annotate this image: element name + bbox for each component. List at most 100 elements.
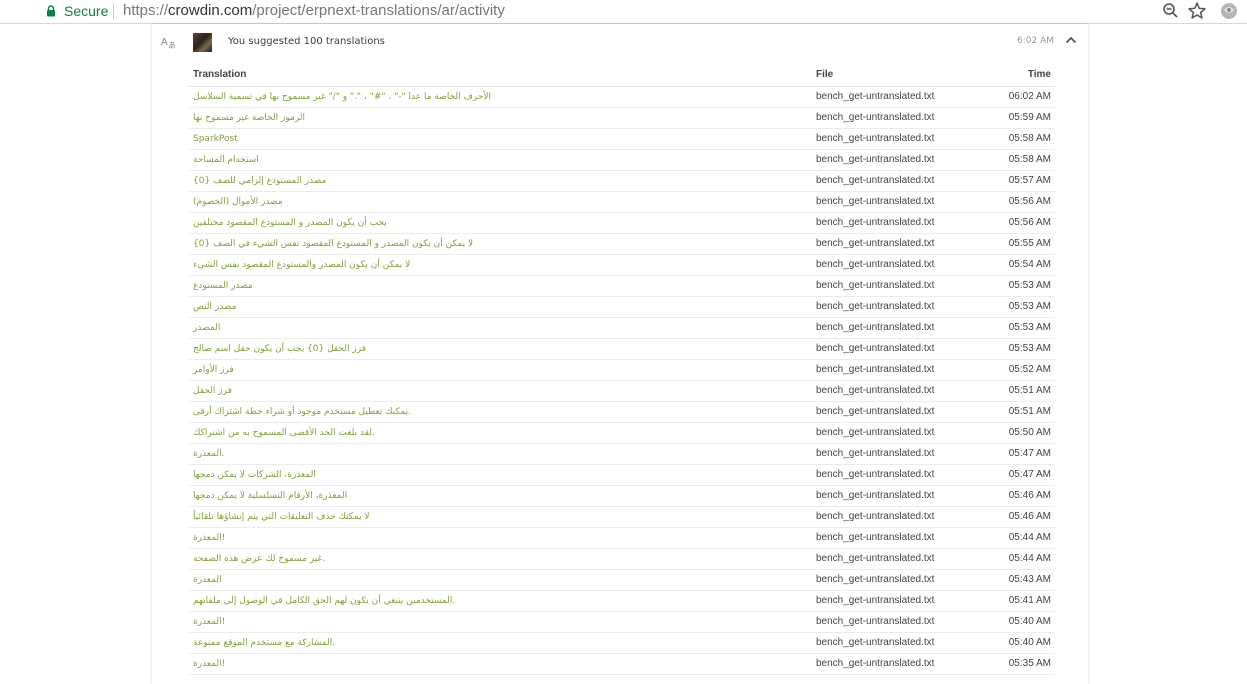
translation-link[interactable]: فرز الحقل [189,380,812,402]
file-name: bench_get-untranslated.txt [812,338,962,360]
zoom-out-icon[interactable] [1162,2,1180,20]
row-time: 05:52 AM [962,359,1055,381]
table-row: المعذرة. bench_get-untranslated.txt 05:47 … [189,443,1055,465]
row-time: 05:53 AM [962,296,1055,318]
translation-link[interactable]: المعذرة! [189,527,812,549]
translation-link[interactable]: المعذرة، الأرقام التسلسلية لا يمكن دمجها [189,485,812,507]
table-row: SparkPost bench_get-untranslated.txt 05:58… [189,128,1055,150]
file-name: bench_get-untranslated.txt [812,191,962,213]
row-time: 05:53 AM [962,275,1055,297]
translation-link[interactable]: المعذرة [189,569,812,591]
column-header-translation: Translation [189,64,812,87]
table-row: المعذرة! bench_get-untranslated.txt 05:35 … [189,653,1055,675]
translation-link[interactable]: الأحرف الخاصة ما عدا "-" ، "#" ، "." و "… [189,86,812,108]
event-description: You suggested 100 translations [228,36,385,47]
translation-link[interactable]: المصدر [189,317,812,339]
row-time: 05:44 AM [962,527,1055,549]
file-name: bench_get-untranslated.txt [812,212,962,234]
translation-link[interactable]: مصدر المستودع إلزامي للصف {0} [189,170,812,192]
row-time: 05:47 AM [962,464,1055,486]
translation-link[interactable]: غير مسموح لك عرض هذه الصفحة. [189,548,812,570]
table-row: الرموز الخاصة غير مسموح بها bench_get-unt… [189,107,1055,129]
row-time: 05:47 AM [962,443,1055,465]
row-time: 05:46 AM [962,485,1055,507]
table-row: مصدر النص bench_get-untranslated.txt 05:53… [189,296,1055,318]
event-time: 6:02 AM [1017,36,1054,46]
table-row: المعذرة bench_get-untranslated.txt 05:43 A… [189,569,1055,591]
column-header-time: Time [962,64,1055,87]
svg-text:あ: あ [168,41,176,50]
translation-link[interactable]: مصدر المستودع [189,275,812,297]
row-time: 05:58 AM [962,128,1055,150]
file-name: bench_get-untranslated.txt [812,632,962,654]
activity-card: A あ You suggested 100 translations 6:02 … [152,24,1088,684]
extension-icon[interactable] [1219,1,1239,21]
translation-link[interactable]: المعذرة! [189,653,812,675]
translation-link[interactable]: لا يمكنك حذف التعليقات التي يتم إنشاؤها … [189,506,812,528]
row-time: 05:55 AM [962,233,1055,255]
translation-link[interactable]: فرز الأوامر [189,359,812,381]
translation-link[interactable]: مصدر النص [189,296,812,318]
table-row: استخدام المساحة bench_get-untranslated.tx… [189,149,1055,171]
file-name: bench_get-untranslated.txt [812,485,962,507]
translation-link[interactable]: لا يمكن أن يكون المصدر والمستودع المقصود… [189,254,812,276]
file-name: bench_get-untranslated.txt [812,275,962,297]
translation-link[interactable]: لقد بلغت الحد الأقصى المسموح به من اشترا… [189,422,812,444]
table-row: يمكنك تعطيل مستخدم موجود أو شراء خطة اشت… [189,401,1055,423]
row-time: 05:53 AM [962,338,1055,360]
translation-link[interactable]: المشاركة مع مستخدم الموقع ممنوعة. [189,632,812,654]
table-row: المشاركة مع مستخدم الموقع ممنوعة. bench_g… [189,632,1055,654]
row-time: 05:56 AM [962,212,1055,234]
file-name: bench_get-untranslated.txt [812,128,962,150]
file-name: bench_get-untranslated.txt [812,317,962,339]
row-time: 05:53 AM [962,317,1055,339]
avatar[interactable] [193,33,212,52]
address-separator [113,3,114,19]
row-time: 05:54 AM [962,254,1055,276]
table-row: مصدر المستودع إلزامي للصف {0} bench_get-u… [189,170,1055,192]
translation-link[interactable]: المعذرة! [189,611,812,633]
translation-link[interactable]: فرز الحقل {0} يجب أن يكون حقل اسم صالح [189,338,812,360]
translation-link[interactable]: يجب أن يكون المصدر و المستودع المقصود مخ… [189,212,812,234]
file-name: bench_get-untranslated.txt [812,149,962,171]
table-row: لا يمكنك حذف التعليقات التي يتم إنشاؤها … [189,506,1055,528]
table-row: الأحرف الخاصة ما عدا "-" ، "#" ، "." و "… [189,86,1055,108]
table-header-row: Translation File Time [189,64,1055,87]
translation-link[interactable]: SparkPost [189,128,812,150]
file-name: bench_get-untranslated.txt [812,359,962,381]
translation-link[interactable]: لا يمكن أن يكون المصدر و المستودع المقصو… [189,233,812,255]
file-name: bench_get-untranslated.txt [812,254,962,276]
table-row: فرز الحقل bench_get-untranslated.txt 05:51… [189,380,1055,402]
translation-link[interactable]: مصدر الأموال (الخصوم) [189,191,812,213]
row-time: 05:44 AM [962,548,1055,570]
file-name: bench_get-untranslated.txt [812,548,962,570]
file-name: bench_get-untranslated.txt [812,170,962,192]
url-field[interactable]: https://crowdin.com/project/erpnext-tran… [123,2,505,19]
translation-link[interactable]: استخدام المساحة [189,149,812,171]
column-header-file: File [812,64,962,87]
file-name: bench_get-untranslated.txt [812,611,962,633]
row-time: 05:41 AM [962,590,1055,612]
file-name: bench_get-untranslated.txt [812,380,962,402]
file-name: bench_get-untranslated.txt [812,569,962,591]
row-time: 05:46 AM [962,506,1055,528]
row-time: 05:56 AM [962,191,1055,213]
file-name: bench_get-untranslated.txt [812,107,962,129]
row-time: 05:43 AM [962,569,1055,591]
translation-link[interactable]: يمكنك تعطيل مستخدم موجود أو شراء خطة اشت… [189,401,812,423]
file-name: bench_get-untranslated.txt [812,401,962,423]
secure-label[interactable]: Secure [64,3,108,19]
translation-link[interactable]: المعذرة. [189,443,812,465]
translation-link[interactable]: الرموز الخاصة غير مسموح بها [189,107,812,129]
table-row: فرز الحقل {0} يجب أن يكون حقل اسم صالح be… [189,338,1055,360]
translation-link[interactable]: المستخدمين ينبغي أن يكون لهم الحق الكامل… [189,590,812,612]
row-time: 05:51 AM [962,401,1055,423]
bookmark-star-icon[interactable] [1187,1,1207,21]
file-name: bench_get-untranslated.txt [812,590,962,612]
table-row: المعذرة، الأرقام التسلسلية لا يمكن دمجها… [189,485,1055,507]
table-row: المعذرة، الشركات لا يمكن دمجها bench_get-… [189,464,1055,486]
lock-icon[interactable] [46,5,56,17]
chevron-up-icon[interactable] [1065,35,1077,45]
translation-link[interactable]: المعذرة، الشركات لا يمكن دمجها [189,464,812,486]
file-name: bench_get-untranslated.txt [812,506,962,528]
